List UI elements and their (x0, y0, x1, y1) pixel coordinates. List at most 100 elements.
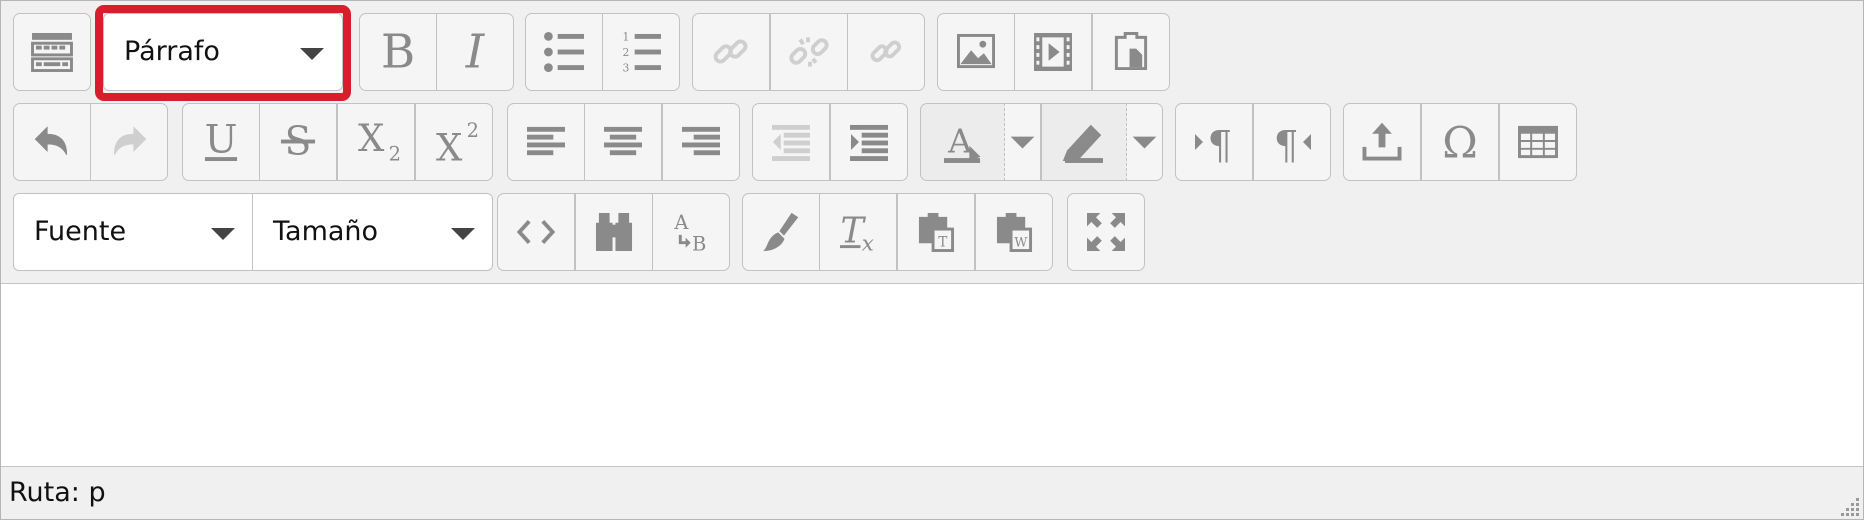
chevron-down-icon (1010, 136, 1035, 149)
svg-text:A: A (673, 211, 689, 234)
text-color-button[interactable]: A (920, 103, 1005, 181)
svg-text:¶: ¶ (1207, 124, 1232, 169)
indent-icon (850, 124, 888, 161)
paste-text-icon: T (918, 213, 955, 252)
chevron-down-icon (451, 228, 475, 240)
redo-icon (113, 126, 147, 155)
spellcheck-icon: A B (673, 211, 706, 256)
italic-button[interactable]: I (436, 13, 514, 91)
brush-icon (763, 212, 799, 252)
upload-icon (1362, 122, 1402, 161)
font-family-select[interactable]: Fuente (13, 193, 253, 271)
table-button[interactable] (1499, 103, 1577, 181)
svg-text:Ω: Ω (1442, 119, 1478, 169)
bullet-list-icon (544, 32, 584, 72)
svg-text:U: U (205, 118, 238, 163)
bold-icon: B (381, 26, 415, 80)
highlighter-icon (1062, 124, 1103, 163)
svg-text:B: B (381, 26, 415, 80)
insert-image-button[interactable] (937, 13, 1015, 91)
link-button[interactable] (692, 13, 770, 91)
align-left-icon (527, 126, 565, 156)
paste-word-button[interactable]: W (975, 193, 1053, 271)
outdent-button[interactable] (752, 103, 830, 181)
binoculars-icon (595, 213, 633, 251)
find-replace-button[interactable] (575, 193, 653, 271)
svg-text:¶: ¶ (1274, 124, 1299, 169)
html-editor: Párrafo B I 1 2 3 U S X 2 X 2 A ¶ ¶ Ω Fu… (0, 0, 1864, 520)
link-icon (713, 39, 748, 64)
outdent-icon (772, 124, 810, 161)
svg-text:3: 3 (622, 61, 629, 74)
svg-text:T: T (938, 235, 947, 251)
chevron-down-icon (1132, 136, 1157, 149)
resize-handle-icon[interactable] (1837, 493, 1861, 517)
table-icon (1518, 125, 1558, 159)
svg-text:X: X (358, 117, 385, 160)
svg-text:B: B (692, 233, 706, 256)
fullscreen-button[interactable] (1067, 193, 1145, 271)
align-right-button[interactable] (662, 103, 740, 181)
spellcheck-button[interactable]: A B (652, 193, 730, 271)
svg-text:2: 2 (467, 119, 479, 142)
svg-text:x: x (862, 232, 874, 257)
align-center-button[interactable] (584, 103, 662, 181)
omega-icon: Ω (1442, 119, 1478, 169)
fullscreen-icon (1087, 213, 1125, 251)
svg-text:1: 1 (622, 30, 629, 43)
bullet-list-button[interactable] (525, 13, 603, 91)
keyboard-icon (31, 33, 73, 72)
format-painter-button[interactable] (742, 193, 820, 271)
editor-content-area[interactable] (1, 284, 1863, 467)
editor-toolbar: Párrafo B I 1 2 3 U S X 2 X 2 A ¶ ¶ Ω Fu… (1, 1, 1863, 284)
anchor-button[interactable] (847, 13, 925, 91)
indent-button[interactable] (830, 103, 908, 181)
unlink-button[interactable] (770, 13, 848, 91)
clear-formatting-button[interactable]: T x (819, 193, 897, 271)
source-code-button[interactable] (497, 193, 575, 271)
rtl-icon: ¶ (1274, 124, 1311, 169)
upload-button[interactable] (1343, 103, 1421, 181)
status-bar: Ruta: p (1, 467, 1863, 519)
svg-text:X: X (436, 127, 463, 170)
clipboard-icon (1114, 32, 1148, 71)
special-character-button[interactable]: Ω (1421, 103, 1499, 181)
film-icon (1034, 33, 1072, 71)
superscript-icon: X 2 (436, 119, 479, 170)
text-color-dropdown[interactable] (1005, 103, 1041, 181)
undo-button[interactable] (13, 103, 91, 181)
anchor-icon (870, 40, 902, 63)
numbered-list-button[interactable]: 1 2 3 (602, 13, 680, 91)
rtl-button[interactable]: ¶ (1253, 103, 1331, 181)
svg-text:2: 2 (622, 46, 629, 59)
superscript-button[interactable]: X 2 (415, 103, 493, 181)
paste-word-icon: W (996, 213, 1033, 252)
font-size-value: Tamaño (273, 216, 379, 247)
background-color-button[interactable] (1041, 103, 1127, 181)
insert-media-button[interactable] (1014, 13, 1092, 91)
chevron-down-icon (211, 228, 235, 240)
background-color-dropdown[interactable] (1127, 103, 1163, 181)
numbered-list-icon: 1 2 3 (622, 30, 661, 74)
subscript-button[interactable]: X 2 (337, 103, 415, 181)
align-left-button[interactable] (507, 103, 585, 181)
underline-icon: U (205, 118, 238, 163)
strikethrough-button[interactable]: S (259, 103, 337, 181)
underline-button[interactable]: U (182, 103, 260, 181)
font-family-value: Fuente (34, 216, 127, 247)
strikethrough-icon: S (280, 120, 316, 165)
font-size-select[interactable]: Tamaño (253, 193, 493, 271)
paragraph-format-select[interactable]: Párrafo (103, 13, 343, 91)
ltr-icon: ¶ (1195, 124, 1232, 169)
toolbar-toggle-button[interactable] (13, 13, 91, 91)
code-icon (516, 219, 556, 245)
svg-text:I: I (465, 26, 486, 80)
redo-button[interactable] (90, 103, 168, 181)
italic-icon: I (465, 26, 486, 80)
element-path: Ruta: p (9, 477, 106, 508)
manage-files-button[interactable] (1092, 13, 1170, 91)
bold-button[interactable]: B (359, 13, 437, 91)
svg-text:A: A (947, 122, 973, 161)
paste-text-button[interactable]: T (897, 193, 975, 271)
ltr-button[interactable]: ¶ (1175, 103, 1253, 181)
